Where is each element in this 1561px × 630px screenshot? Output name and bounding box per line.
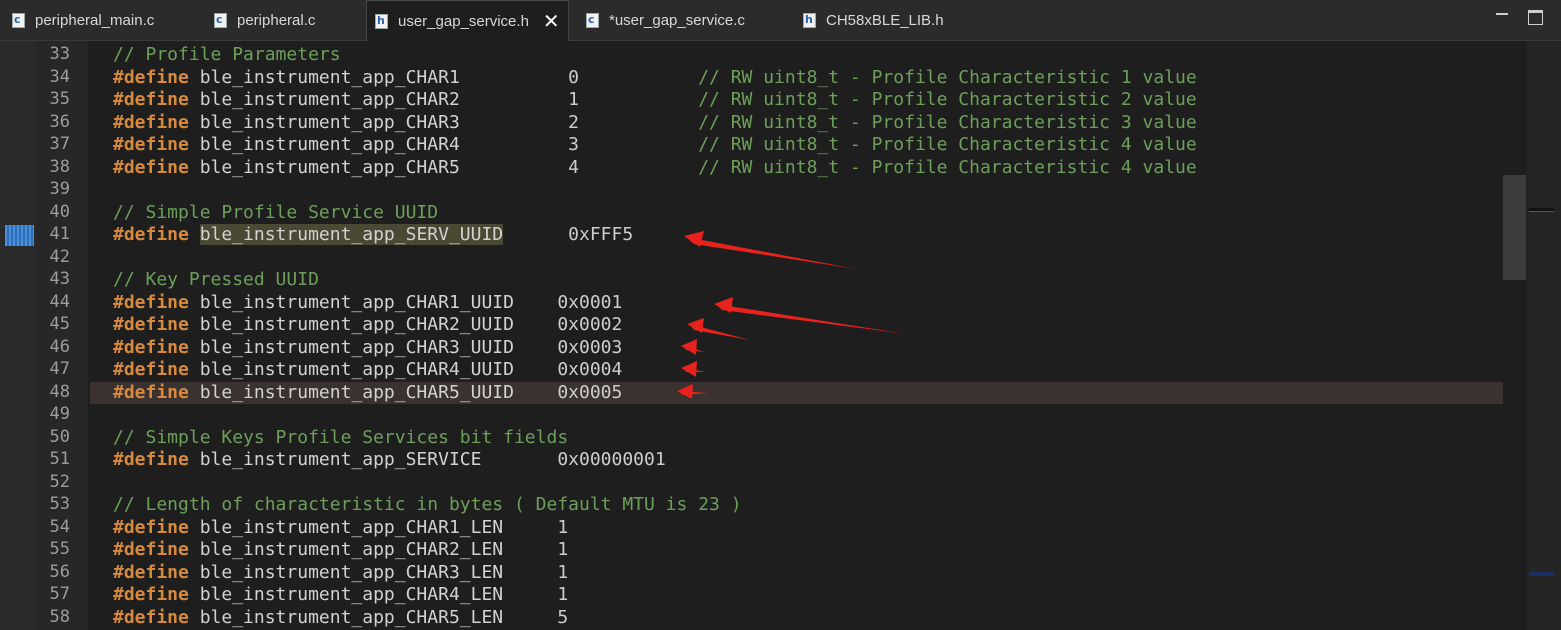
- red-arrow-serv-uuid: [684, 231, 856, 269]
- red-arrow-char3-uuid: [681, 339, 705, 355]
- red-arrow-char2-uuid: [687, 318, 750, 340]
- red-arrow-char1-uuid: [714, 297, 906, 334]
- annotation-arrows: [677, 231, 906, 399]
- red-arrow-char4-uuid: [681, 361, 706, 377]
- red-arrow-char5-uuid: [677, 384, 708, 399]
